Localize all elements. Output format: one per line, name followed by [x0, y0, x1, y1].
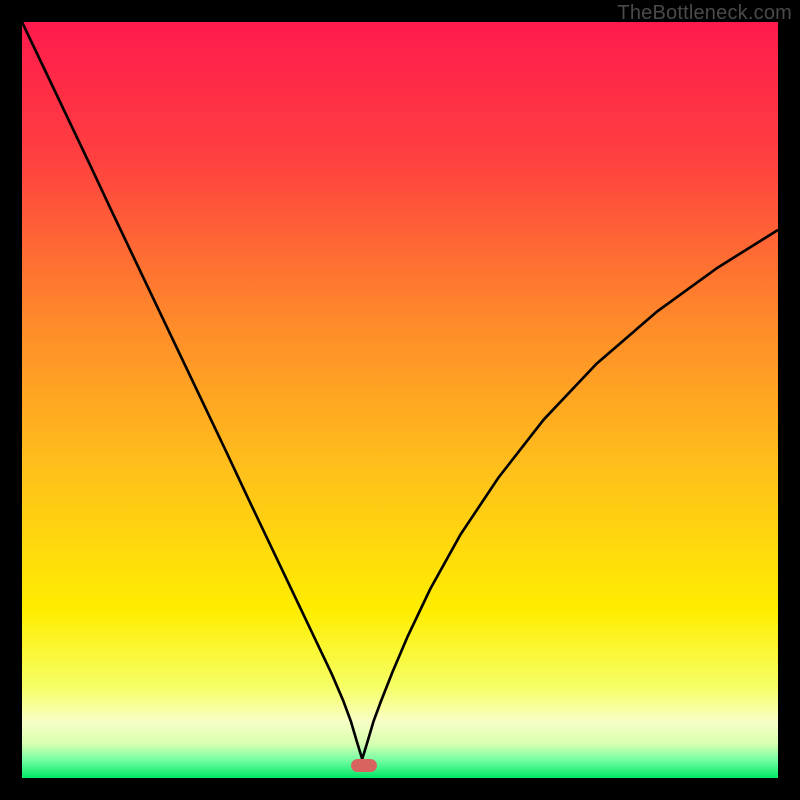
plot-area [22, 22, 778, 778]
curve-left-branch [22, 22, 362, 759]
curve-right-branch [362, 230, 778, 759]
bottleneck-curve [22, 22, 778, 778]
minimum-marker-pill [351, 759, 377, 772]
chart-frame: TheBottleneck.com [0, 0, 800, 800]
watermark-text: TheBottleneck.com [617, 2, 792, 25]
